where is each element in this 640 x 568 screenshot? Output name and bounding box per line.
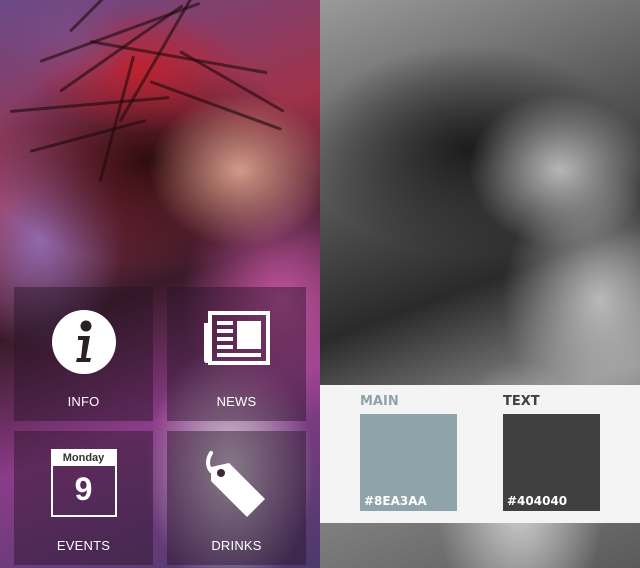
events-tile-label: EVENTS — [56, 538, 111, 553]
info-icon — [51, 310, 116, 374]
text-color-swatch-group: TEXT #404040 — [503, 394, 601, 511]
news-tile[interactable]: NEWS — [167, 287, 306, 421]
newspaper-icon — [203, 311, 270, 365]
calendar-day: 9 — [74, 471, 93, 507]
text-color-hex: #404040 — [507, 494, 568, 508]
drinks-tile[interactable]: DRINKS — [167, 431, 306, 565]
main-color-title: MAIN — [360, 394, 399, 409]
color-palette: MAIN #8EA3AA TEXT #404040 — [320, 385, 640, 523]
text-color-title: TEXT — [503, 394, 540, 409]
calendar-icon: Monday 9 — [50, 449, 117, 517]
app-preview-panel: INFO NEWS Monday 9 EVENTS DRINKS — [0, 0, 320, 568]
news-tile-label: NEWS — [216, 394, 257, 409]
drinks-tile-label: DRINKS — [211, 538, 262, 553]
calendar-weekday: Monday — [52, 451, 115, 466]
tag-icon — [205, 451, 265, 517]
info-tile-label: INFO — [67, 394, 100, 409]
events-tile[interactable]: Monday 9 EVENTS — [14, 431, 153, 565]
main-color-hex: #8EA3AA — [364, 494, 427, 508]
palette-preview-panel: MAIN #8EA3AA TEXT #404040 — [320, 0, 640, 568]
main-color-swatch[interactable]: #8EA3AA — [360, 414, 457, 511]
info-tile[interactable]: INFO — [14, 287, 153, 421]
main-color-swatch-group: MAIN #8EA3AA — [360, 394, 458, 511]
text-color-swatch[interactable]: #404040 — [503, 414, 600, 511]
